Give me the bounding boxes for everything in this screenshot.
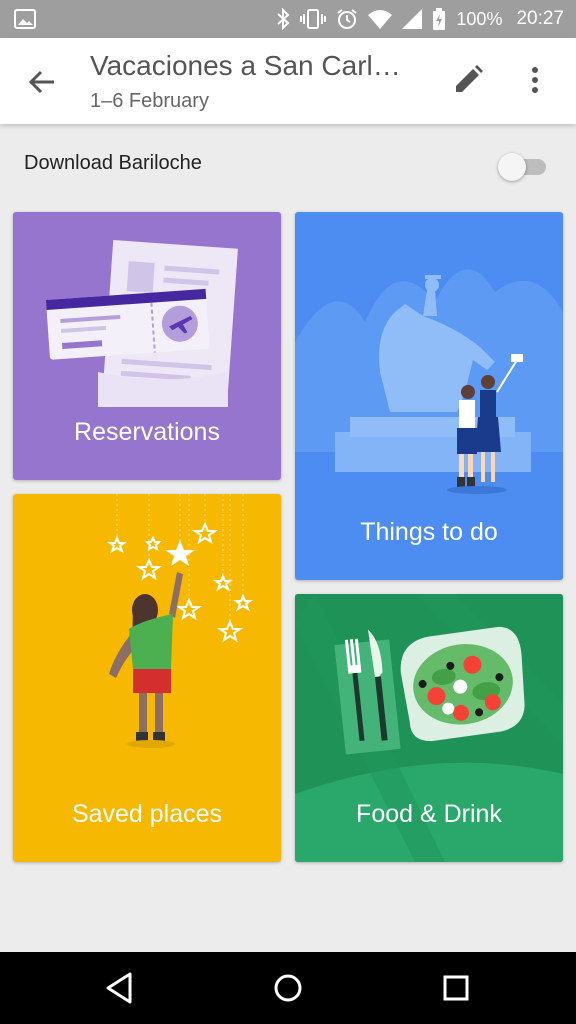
download-toggle[interactable] bbox=[498, 153, 550, 181]
battery-icon bbox=[433, 8, 446, 30]
vibrate-icon bbox=[300, 9, 327, 29]
download-row: Download Bariloche bbox=[0, 124, 576, 206]
reservations-card[interactable]: Reservations bbox=[13, 212, 281, 480]
image-icon bbox=[14, 9, 36, 29]
wifi-icon bbox=[368, 10, 393, 29]
back-triangle-icon[interactable] bbox=[102, 970, 138, 1006]
reservations-label: Reservations bbox=[74, 418, 220, 446]
more-vert-icon[interactable] bbox=[520, 62, 550, 98]
saved-places-card[interactable]: Saved places bbox=[13, 494, 281, 862]
clock: 20:27 bbox=[516, 8, 564, 29]
edit-pencil-icon[interactable] bbox=[450, 62, 486, 98]
alarm-icon bbox=[337, 9, 358, 29]
app-bar: Vacaciones a San Carl… 1–6 February bbox=[0, 38, 576, 124]
status-bar: 100% 20:27 bbox=[0, 0, 576, 38]
saved-places-label: Saved places bbox=[71, 800, 223, 828]
recents-square-icon[interactable] bbox=[438, 970, 474, 1006]
home-circle-icon[interactable] bbox=[270, 970, 306, 1006]
download-label: Download Bariloche bbox=[24, 152, 202, 174]
trip-title: Vacaciones a San Carl… bbox=[90, 50, 401, 81]
trip-dates: 1–6 February bbox=[90, 90, 209, 112]
bluetooth-icon bbox=[277, 8, 290, 30]
things-to-do-label: Things to do bbox=[360, 518, 498, 546]
things-to-do-card[interactable]: Things to do bbox=[295, 212, 563, 580]
navigation-bar bbox=[0, 952, 576, 1024]
food-drink-label: Food & Drink bbox=[356, 800, 502, 828]
food-drink-card[interactable]: Food & Drink bbox=[295, 594, 563, 862]
toggle-thumb bbox=[498, 153, 526, 181]
back-arrow-icon[interactable] bbox=[24, 64, 60, 100]
battery-percent: 100% bbox=[456, 8, 503, 29]
signal-icon bbox=[402, 9, 423, 29]
